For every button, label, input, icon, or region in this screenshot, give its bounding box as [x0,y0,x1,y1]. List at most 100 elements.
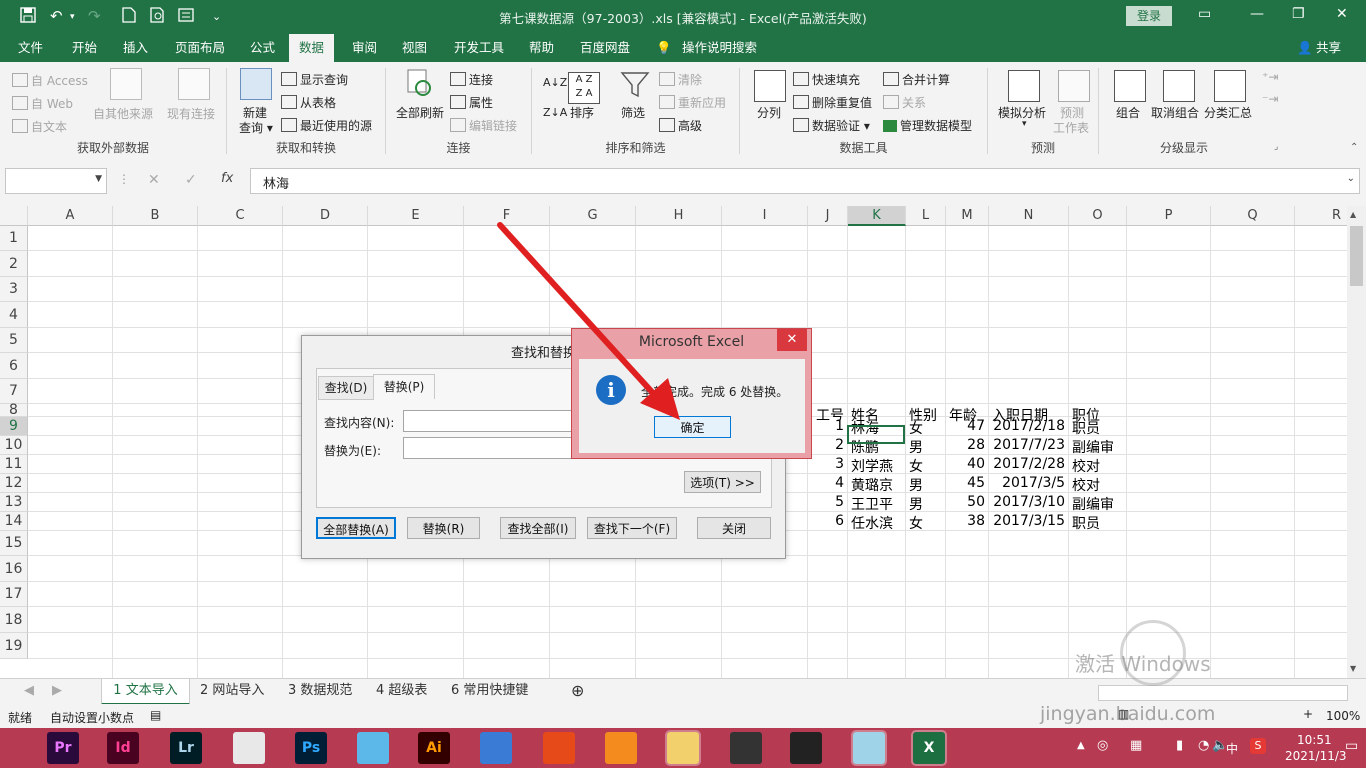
table-cell[interactable]: 2017/3/10 [989,494,1065,510]
column-header-l[interactable]: L [906,206,946,226]
table-cell[interactable]: 职员 [1072,513,1100,533]
row-header-18[interactable]: 18 [0,607,28,633]
show-queries-button[interactable]: 显示查询 [281,71,348,88]
tab-help[interactable]: 帮助 [529,34,554,62]
table-cell[interactable]: 47 [946,418,985,434]
taskbar-app-icon[interactable] [543,732,575,764]
column-header-d[interactable]: D [283,206,368,226]
row-header-2[interactable]: 2 [0,251,28,277]
table-cell[interactable]: 副编审 [1072,494,1114,514]
sheet-tab-3[interactable]: 3 数据规范 [288,679,352,703]
share-button[interactable]: 共享 [1316,34,1341,62]
column-header-c[interactable]: C [198,206,283,226]
tab-data[interactable]: 数据 [289,34,335,62]
table-cell[interactable]: 2017/7/23 [989,437,1065,453]
text-to-columns-button[interactable]: 分列 [757,104,781,121]
sheet-tab-2[interactable]: 2 网站导入 [200,679,264,703]
table-cell[interactable]: 男 [909,494,923,514]
taskbar-app-icon[interactable] [851,730,887,766]
sheet-tab-1[interactable]: 1 文本导入 [101,679,190,705]
table-cell[interactable]: 1 [808,418,844,434]
column-header-m[interactable]: M [946,206,989,226]
notification-icon[interactable]: ▭ [1345,738,1358,754]
tab-insert[interactable]: 插入 [123,34,148,62]
ribbon-display-icon[interactable]: ▭ [1198,6,1211,22]
row-header-5[interactable]: 5 [0,328,28,353]
what-if-dropdown-icon[interactable]: ▾ [1022,119,1027,129]
column-header-n[interactable]: N [989,206,1069,226]
table-cell[interactable]: 6 [808,513,844,529]
network-icon[interactable]: ▦ [1130,738,1142,753]
clock-date[interactable]: 2021/11/3 [1285,749,1347,763]
qq-tray-icon[interactable]: ◎ [1097,738,1108,753]
next-sheet-icon[interactable]: ▶ [52,679,62,703]
table-cell[interactable]: 2017/3/15 [989,513,1065,529]
clock-time[interactable]: 10:51 [1297,733,1332,747]
column-header-i[interactable]: I [722,206,808,226]
battery-icon[interactable]: ▮ [1176,738,1183,753]
table-cell[interactable]: 黄璐京 [851,475,893,495]
consolidate-button[interactable]: 合并计算 [883,71,950,88]
row-header-15[interactable]: 15 [0,531,28,556]
row-header-16[interactable]: 16 [0,556,28,582]
table-cell[interactable]: 50 [946,494,985,510]
tab-home[interactable]: 开始 [72,34,97,62]
sogou-icon[interactable]: S [1250,738,1266,754]
taskbar-app-icon[interactable] [357,732,389,764]
table-cell[interactable]: 副编审 [1072,437,1114,457]
insert-function-icon[interactable]: fx [221,171,233,186]
table-cell[interactable]: 职员 [1072,418,1100,438]
table-cell[interactable]: 男 [909,475,923,495]
row-header-1[interactable]: 1 [0,226,28,251]
new-query-dropdown[interactable]: 查询 ▾ [239,119,273,136]
table-cell[interactable]: 2017/2/18 [989,418,1065,434]
scroll-up-icon[interactable]: ▲ [1350,210,1356,219]
select-all-corner[interactable] [0,206,28,226]
table-cell[interactable]: 校对 [1072,456,1100,476]
sort-button[interactable]: 排序 [570,104,594,121]
column-header-p[interactable]: P [1127,206,1211,226]
table-cell[interactable]: 校对 [1072,475,1100,495]
taskbar-app-icon[interactable]: Pr [47,732,79,764]
column-header-j[interactable]: J [808,206,848,226]
group-button[interactable]: 组合 [1116,104,1140,121]
tab-view[interactable]: 视图 [402,34,427,62]
wifi-icon[interactable]: ◔ [1198,738,1209,753]
taskbar-app-icon[interactable] [605,732,637,764]
row-header-9[interactable]: 9 [0,417,28,436]
taskbar-app-icon[interactable] [790,732,822,764]
sort-descending-icon[interactable]: Z↓A [543,106,567,119]
replace-button[interactable]: 替换(R) [407,517,480,539]
expand-formula-icon[interactable]: ⌄ [1347,173,1355,184]
row-header-19[interactable]: 19 [0,633,28,659]
macro-record-icon[interactable]: ▤ [150,708,161,722]
taskbar-app-icon[interactable]: Id [107,732,139,764]
taskbar-app-icon[interactable] [665,730,701,766]
sort-ascending-icon[interactable]: A↓Z [543,76,567,89]
column-header-b[interactable]: B [113,206,198,226]
maximize-icon[interactable]: ❐ [1292,6,1305,22]
tab-review[interactable]: 审阅 [352,34,377,62]
sheet-tab-4[interactable]: 4 超级表 [376,679,427,703]
properties-button[interactable]: 属性 [450,94,493,111]
manage-data-model-button[interactable]: 管理数据模型 [883,117,972,134]
minimize-icon[interactable]: — [1250,6,1264,22]
table-cell[interactable]: 4 [808,475,844,491]
outline-dialog-launcher-icon[interactable]: ⌟ [1274,142,1278,152]
row-header-14[interactable]: 14 [0,512,28,531]
table-cell[interactable]: 王卫平 [851,494,893,514]
row-header-17[interactable]: 17 [0,582,28,607]
options-button[interactable]: 选项(T) >> [684,471,761,493]
table-cell[interactable]: 女 [909,513,923,533]
column-header-e[interactable]: E [368,206,464,226]
find-next-button[interactable]: 查找下一个(F) [587,517,677,539]
tab-page-layout[interactable]: 页面布局 [175,34,225,62]
tab-replace[interactable]: 替换(P) [373,374,435,399]
tab-formulas[interactable]: 公式 [250,34,275,62]
scroll-thumb[interactable] [1350,226,1363,286]
taskbar-app-icon[interactable]: Ai [418,732,450,764]
row-header-11[interactable]: 11 [0,455,28,474]
table-cell[interactable]: 刘学燕 [851,456,893,476]
flash-fill-button[interactable]: 快速填充 [793,71,860,88]
column-header-r[interactable]: R [1295,206,1347,226]
